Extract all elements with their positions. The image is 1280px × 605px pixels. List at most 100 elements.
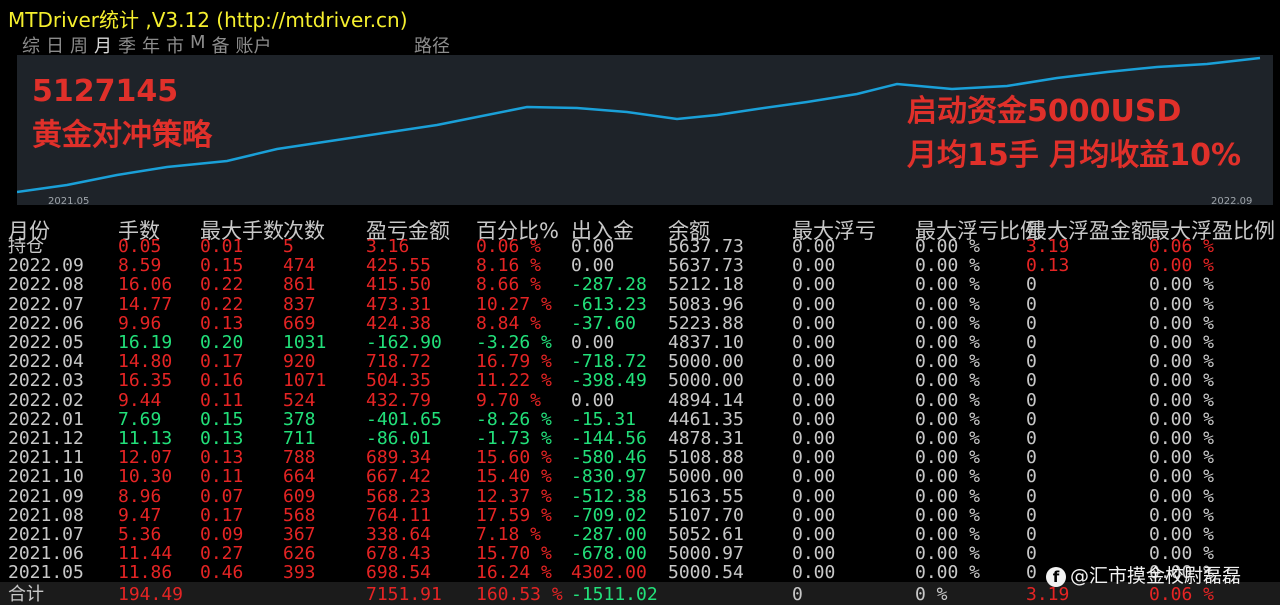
- cell-5: 15.40 %: [476, 466, 552, 488]
- cell-7: 5212.18: [668, 274, 744, 296]
- cell-1: 8.96: [118, 485, 162, 507]
- cell-5: 8.16 %: [476, 255, 542, 277]
- cell-1: 11.86: [118, 562, 173, 584]
- cell-8: 0.00: [792, 332, 836, 353]
- cell-8: 0.00: [792, 274, 836, 296]
- cell-8: 0.00: [792, 543, 836, 565]
- cell-0: 2021.09: [8, 485, 84, 507]
- cell-0: 2022.09: [8, 255, 84, 277]
- cell-1: 9.47: [118, 504, 162, 526]
- cell-8: 0.00: [792, 351, 836, 373]
- cell-2: 0.01: [200, 236, 244, 257]
- table-row[interactable]: 2021.08 9.47 0.17 568 764.11 17.59 % -709.02 51…: [0, 506, 1280, 525]
- tab-9[interactable]: 账户: [236, 32, 272, 57]
- cell-11: 0.00 %: [1149, 274, 1215, 296]
- cell-6: -37.60: [571, 312, 637, 334]
- title-bar: MTDriver统计 ,V3.12 (http://mtdriver.cn): [0, 0, 1280, 32]
- cell-7: 5108.88: [668, 447, 744, 469]
- cell-7: 5107.70: [668, 504, 744, 526]
- cell-7: 5163.55: [668, 485, 744, 507]
- tab-0[interactable]: 综: [22, 32, 40, 57]
- cell-2: 0.13: [200, 447, 244, 469]
- table-row[interactable]: 2022.07 14.77 0.22 837 473.31 10.27 % -613.23 5…: [0, 295, 1280, 314]
- tab-7[interactable]: M: [190, 32, 206, 54]
- table-row[interactable]: 2022.08 16.06 0.22 861 415.50 8.66 % -287.28 52…: [0, 275, 1280, 294]
- cell-11: 0.00 %: [1149, 408, 1215, 430]
- cell-7: 5000.00: [668, 466, 744, 488]
- tab-3[interactable]: 月: [94, 32, 112, 57]
- cell-0: 2022.04: [8, 351, 84, 373]
- cell-5: 10.27 %: [476, 293, 552, 315]
- cell-9: 0.00 %: [915, 389, 981, 411]
- table-row[interactable]: 2022.09 8.59 0.15 474 425.55 8.16 % 0.00 5637.7…: [0, 256, 1280, 275]
- cell-8: 0.00: [792, 485, 836, 507]
- cell-10: 0: [1026, 332, 1037, 353]
- cell-3: 664: [283, 466, 316, 488]
- cell-7: 5223.88: [668, 312, 744, 334]
- cell-4: 568.23: [366, 485, 432, 507]
- cell-1: 14.80: [118, 351, 173, 373]
- table-row[interactable]: 持仓 0.05 0.01 5 3.16 0.06 % 0.00 5637.73 0.00 0.00…: [0, 237, 1280, 256]
- cell-4: 718.72: [366, 351, 432, 373]
- cell-7: 4878.31: [668, 428, 744, 449]
- cell-4: 415.50: [366, 274, 432, 296]
- app-title: MTDriver统计 ,V3.12 (http://mtdriver.cn): [8, 8, 408, 32]
- cell-1: 16.35: [118, 370, 173, 392]
- cell-2: 0.20: [200, 332, 244, 353]
- cell-3: 5: [283, 236, 294, 257]
- cell-3: 1071: [283, 370, 327, 392]
- cell-8: 0.00: [792, 312, 836, 334]
- cell-8: 0.00: [792, 370, 836, 392]
- table-row[interactable]: 2022.02 9.44 0.11 524 432.79 9.70 % 0.00 4894.1…: [0, 391, 1280, 410]
- tab-1[interactable]: 日: [46, 32, 64, 57]
- tab-6[interactable]: 市: [166, 32, 184, 57]
- cell-6: 0.00: [571, 389, 615, 411]
- cell-1: 12.07: [118, 447, 173, 469]
- cell-9: 0.00 %: [915, 255, 981, 277]
- table-row[interactable]: 2022.03 16.35 0.16 1071 504.35 11.22 % -398.49…: [0, 371, 1280, 390]
- cell-11: 0.00 %: [1149, 447, 1215, 469]
- cell-7: 5000.00: [668, 351, 744, 373]
- table-row[interactable]: 2022.04 14.80 0.17 920 718.72 16.79 % -718.72 5…: [0, 352, 1280, 371]
- cell-7: 5000.54: [668, 562, 744, 584]
- cell-4: 424.38: [366, 312, 432, 334]
- cell-10: 0: [1026, 312, 1037, 334]
- cell-1: 8.59: [118, 255, 162, 277]
- cell-4: 764.11: [366, 504, 432, 526]
- cell-7: 5052.61: [668, 524, 744, 545]
- cell-0: 2021.12: [8, 428, 84, 449]
- cell-3: 524: [283, 389, 316, 411]
- watermark-text: @汇市摸金校尉磊磊: [1070, 565, 1242, 587]
- cell-10: 0: [1026, 524, 1037, 545]
- cell-8: 0.00: [792, 389, 836, 411]
- weibo-icon: f: [1046, 566, 1066, 587]
- cell-4: 504.35: [366, 370, 432, 392]
- table-row[interactable]: 2022.06 9.96 0.13 669 424.38 8.84 % -37.60 5223…: [0, 314, 1280, 333]
- tab-5[interactable]: 年: [142, 32, 160, 57]
- table-row[interactable]: 2021.12 11.13 0.13 711 -86.01 -1.73 % -144.56 4…: [0, 429, 1280, 448]
- table-row[interactable]: 2021.11 12.07 0.13 788 689.34 15.60 % -580.46 5…: [0, 448, 1280, 467]
- tab-2[interactable]: 周: [70, 32, 88, 57]
- table-row[interactable]: 2021.09 8.96 0.07 609 568.23 12.37 % -512.38 51…: [0, 487, 1280, 506]
- tab-4[interactable]: 季: [118, 32, 136, 57]
- cell-6: -678.00: [571, 543, 647, 565]
- cell-5: -3.26 %: [476, 332, 552, 353]
- cell-7: 4894.14: [668, 389, 744, 411]
- cell-8: 0.00: [792, 293, 836, 315]
- tab-8[interactable]: 备: [212, 32, 230, 57]
- cell-6: -709.02: [571, 504, 647, 526]
- cell-7: 5000.00: [668, 370, 744, 392]
- chart-x-end-label: 2022.09: [1211, 196, 1253, 207]
- table-row[interactable]: 2021.07 5.36 0.09 367 338.64 7.18 % -287.00 505…: [0, 525, 1280, 544]
- total-cell-6: -1511.02: [571, 584, 658, 605]
- cell-8: 0.00: [792, 504, 836, 526]
- table-row[interactable]: 2022.01 7.69 0.15 378 -401.65 -8.26 % -15.31 44…: [0, 410, 1280, 429]
- cell-2: 0.17: [200, 351, 244, 373]
- cell-10: 0: [1026, 485, 1037, 507]
- table-row[interactable]: 2021.10 10.30 0.11 664 667.42 15.40 % -830.97 5…: [0, 467, 1280, 486]
- cell-9: 0.00 %: [915, 332, 981, 353]
- table-row[interactable]: 2022.05 16.19 0.20 1031 -162.90 -3.26 % 0.00 48…: [0, 333, 1280, 352]
- cell-3: 1031: [283, 332, 327, 353]
- cell-0: 2022.08: [8, 274, 84, 296]
- cell-3: 378: [283, 408, 316, 430]
